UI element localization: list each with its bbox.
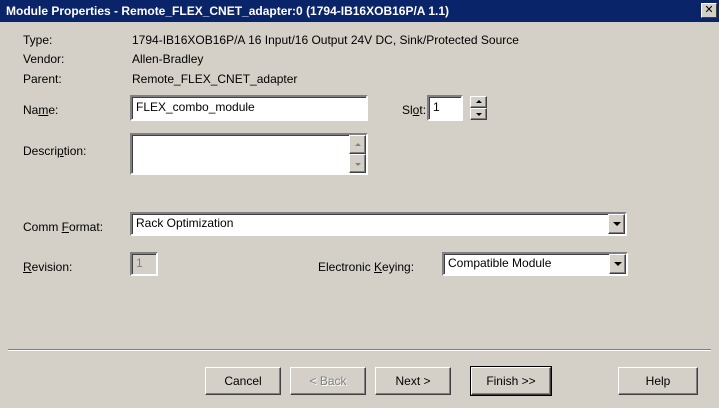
electronic-keying-dropdown-button[interactable] xyxy=(609,254,626,274)
electronic-keying-value: Compatible Module xyxy=(448,256,552,270)
arrow-down-icon xyxy=(475,113,482,116)
description-field[interactable] xyxy=(130,133,368,175)
scroll-down-icon xyxy=(354,162,361,166)
name-label: Name: xyxy=(23,103,59,117)
comm-format-value: Rack Optimization xyxy=(136,216,234,230)
parent-label: Parent: xyxy=(23,72,62,86)
back-button: < Back xyxy=(290,367,366,395)
chevron-down-icon xyxy=(612,222,621,226)
type-label: Type: xyxy=(23,33,53,47)
chevron-down-icon xyxy=(613,262,622,266)
revision-field-value: 1 xyxy=(136,256,143,270)
slot-spin-up-button[interactable] xyxy=(470,96,487,108)
revision-label: Revision: xyxy=(23,260,73,274)
description-scroll-down-button[interactable] xyxy=(349,154,366,173)
finish-button[interactable]: Finish >> xyxy=(470,366,552,396)
comm-format-label: Comm Format: xyxy=(23,220,104,234)
module-properties-dialog: Module Properties - Remote_FLEX_CNET_ada… xyxy=(0,0,719,408)
revision-field: 1 xyxy=(130,252,158,276)
electronic-keying-dropdown[interactable]: Compatible Module xyxy=(442,252,628,276)
cancel-button[interactable]: Cancel xyxy=(205,367,281,395)
parent-value: Remote_FLEX_CNET_adapter xyxy=(132,72,298,86)
slot-spin-down-button[interactable] xyxy=(470,108,487,120)
comm-format-dropdown-button[interactable] xyxy=(608,214,625,234)
separator-line xyxy=(8,349,711,351)
description-scroll-up-button[interactable] xyxy=(349,135,366,154)
scroll-up-icon xyxy=(354,142,361,146)
window-title: Module Properties - Remote_FLEX_CNET_ada… xyxy=(6,4,450,18)
vendor-label: Vendor: xyxy=(23,52,65,66)
next-button[interactable]: Next > xyxy=(375,367,451,395)
comm-format-dropdown[interactable]: Rack Optimization xyxy=(130,212,627,236)
type-value: 1794-IB16XOB16P/A 16 Input/16 Output 24V… xyxy=(132,33,519,47)
vendor-value: Allen-Bradley xyxy=(132,52,204,66)
slot-label: Slot: xyxy=(402,103,427,117)
slot-field[interactable]: 1 xyxy=(427,95,463,121)
name-field-value: FLEX_combo_module xyxy=(136,100,255,114)
slot-field-value: 1 xyxy=(433,100,440,114)
arrow-up-icon xyxy=(475,100,482,103)
description-label: Description: xyxy=(23,144,87,158)
help-button[interactable]: Help xyxy=(618,367,698,395)
title-bar[interactable]: Module Properties - Remote_FLEX_CNET_ada… xyxy=(0,0,719,22)
electronic-keying-label: Electronic Keying: xyxy=(318,260,415,274)
close-icon[interactable]: ✕ xyxy=(701,3,717,18)
name-field[interactable]: FLEX_combo_module xyxy=(130,95,368,121)
